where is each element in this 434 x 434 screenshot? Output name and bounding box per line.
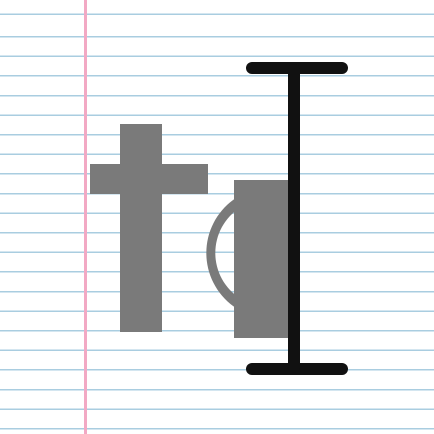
lined-paper bbox=[0, 0, 434, 434]
text-cursor-i-beam-icon bbox=[246, 62, 348, 375]
